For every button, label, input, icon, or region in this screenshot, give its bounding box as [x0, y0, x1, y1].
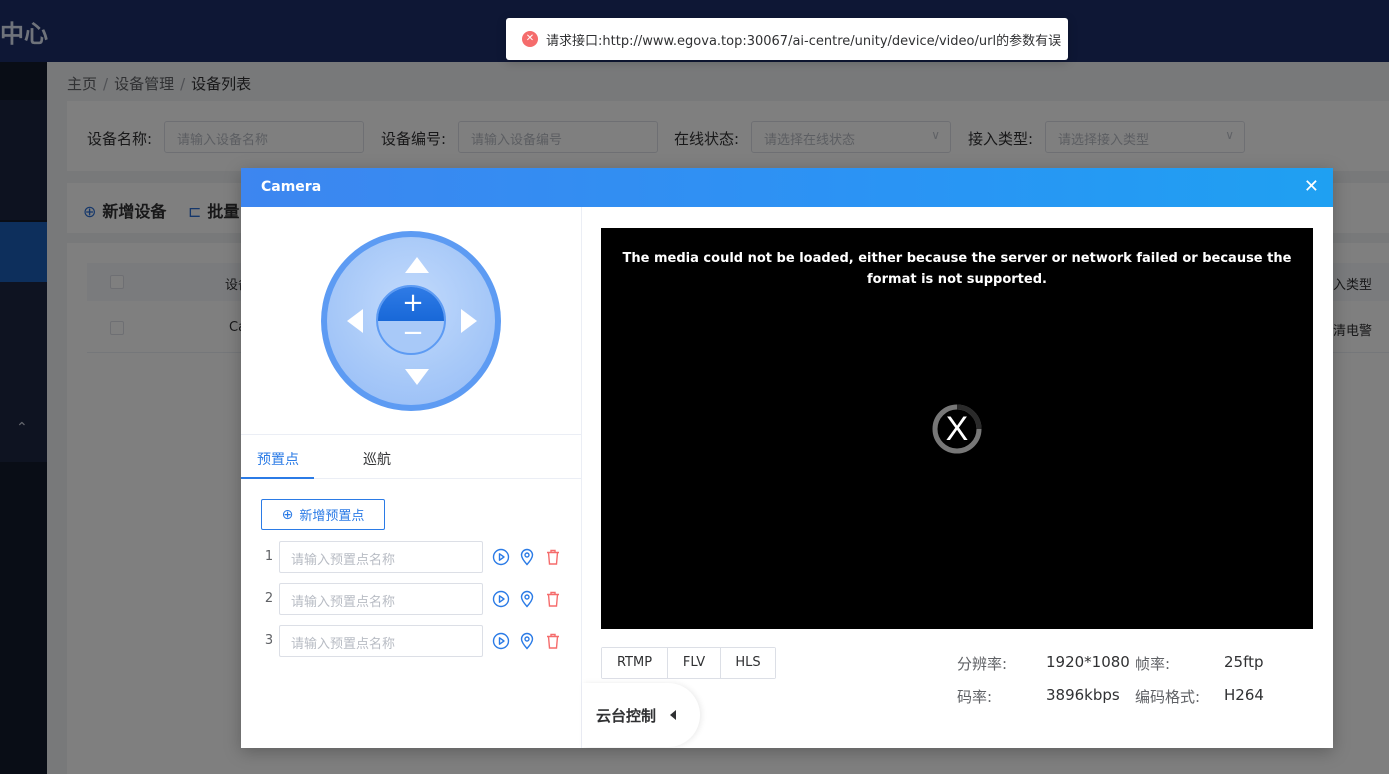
error-toast: ✕ 请求接口:http://www.egova.top:30067/ai-cen…	[506, 18, 1068, 60]
plus-circle-icon: ⊕	[281, 506, 294, 523]
active-tab-indicator	[241, 477, 314, 479]
delete-icon[interactable]	[544, 632, 562, 650]
codec-label: 编码格式:	[1135, 688, 1201, 706]
preset-name-input[interactable]: 请输入预置点名称	[279, 541, 483, 573]
preset-tabs: 预置点 巡航	[241, 434, 582, 479]
delete-icon[interactable]	[544, 548, 562, 566]
resolution-label: 分辨率:	[957, 655, 1008, 673]
ptz-right-arrow-icon[interactable]	[461, 309, 477, 333]
stream-format-group: RTMP FLV HLS	[601, 647, 776, 679]
video-error-icon: X	[932, 404, 982, 454]
bitrate-label: 码率:	[957, 688, 993, 706]
ptz-up-arrow-icon[interactable]	[405, 257, 429, 273]
error-icon: ✕	[522, 31, 538, 47]
ptz-pad: + −	[327, 237, 495, 405]
close-icon[interactable]: ✕	[1304, 177, 1319, 197]
delete-icon[interactable]	[544, 590, 562, 608]
tab-cruise[interactable]: 巡航	[363, 449, 391, 469]
preset-index: 1	[264, 549, 274, 564]
tab-presets[interactable]: 预置点	[257, 449, 299, 469]
location-pin-icon[interactable]	[518, 548, 536, 566]
framerate-label: 帧率:	[1135, 655, 1171, 673]
preset-name-input[interactable]: 请输入预置点名称	[279, 583, 483, 615]
zoom-out-icon[interactable]: −	[378, 320, 444, 353]
ptz-toggle-tab[interactable]: 云台控制	[582, 683, 700, 747]
caret-left-icon	[670, 710, 676, 720]
video-error-message: The media could not be loaded, either be…	[622, 251, 1292, 287]
ptz-panel: + − 预置点 巡航 ⊕ 新增预置点 1 请输入预置点名称 2 请输入预置点名称	[241, 207, 582, 748]
toast-message: 请求接口:http://www.egova.top:30067/ai-centr…	[546, 33, 1062, 49]
preset-index: 2	[264, 591, 274, 606]
framerate-value: 25ftp	[1224, 653, 1264, 671]
video-player[interactable]: The media could not be loaded, either be…	[601, 228, 1313, 629]
ptz-toggle-label: 云台控制	[596, 707, 657, 725]
video-error-glyph: X	[945, 410, 969, 448]
location-pin-icon[interactable]	[518, 590, 536, 608]
add-preset-label: 新增预置点	[299, 509, 365, 524]
format-hls-button[interactable]: HLS	[721, 648, 775, 678]
format-flv-button[interactable]: FLV	[668, 648, 721, 678]
bitrate-value: 3896kbps	[1046, 686, 1120, 704]
dialog-title: Camera	[261, 179, 322, 195]
ptz-joystick: + −	[321, 231, 501, 411]
dialog-header: Camera ✕	[241, 168, 1333, 207]
camera-dialog: Camera ✕ + − 预置点 巡航 ⊕ 新增预置点 1 请输入预置点名称 2…	[241, 168, 1333, 748]
zoom-in-icon[interactable]: +	[378, 287, 444, 321]
play-icon[interactable]	[492, 632, 510, 650]
codec-value: H264	[1224, 686, 1264, 704]
ptz-down-arrow-icon[interactable]	[405, 369, 429, 385]
format-rtmp-button[interactable]: RTMP	[602, 648, 668, 678]
preset-name-input[interactable]: 请输入预置点名称	[279, 625, 483, 657]
ptz-left-arrow-icon[interactable]	[347, 309, 363, 333]
location-pin-icon[interactable]	[518, 632, 536, 650]
zoom-control: + −	[376, 285, 446, 355]
preset-index: 3	[264, 633, 274, 648]
play-icon[interactable]	[492, 590, 510, 608]
play-icon[interactable]	[492, 548, 510, 566]
resolution-value: 1920*1080	[1046, 653, 1130, 671]
add-preset-button[interactable]: ⊕ 新增预置点	[261, 499, 385, 530]
